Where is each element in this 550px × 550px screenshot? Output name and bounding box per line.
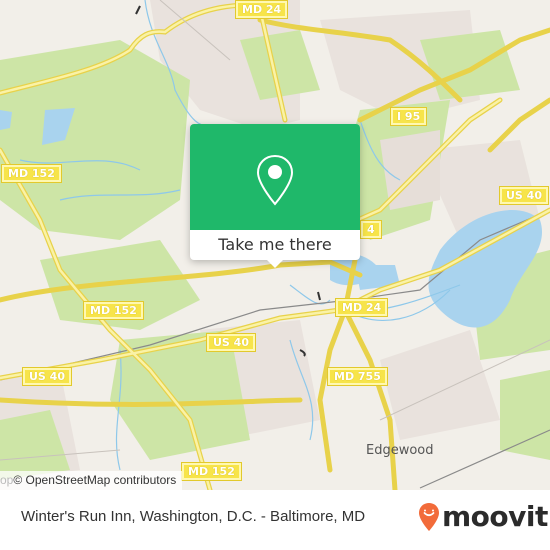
road-label-md152-mid: MD 152 bbox=[83, 301, 144, 320]
map-view[interactable]: MD 24 I 95 MD 152 US 40 4 MD 152 MD 24 U… bbox=[0, 0, 550, 490]
openstreetmap-link[interactable]: © OpenStreetMap contributors bbox=[13, 473, 176, 487]
location-pin-icon bbox=[256, 154, 294, 206]
road-label-md24-partial: 4 bbox=[360, 220, 382, 239]
road-label-md152-bottom: MD 152 bbox=[181, 462, 242, 481]
road-label-md755: MD 755 bbox=[327, 367, 388, 386]
moovit-logo[interactable]: moovit bbox=[418, 500, 548, 533]
road-label-us40-left: US 40 bbox=[22, 367, 72, 386]
take-me-there-button[interactable]: Take me there bbox=[190, 230, 360, 260]
road-label-md24-top: MD 24 bbox=[234, 0, 289, 19]
popup-header bbox=[190, 124, 360, 230]
attribution-prefix: op bbox=[0, 473, 14, 487]
popup-pointer bbox=[266, 259, 284, 268]
footer-bar: Winter's Run Inn, Washington, D.C. - Bal… bbox=[0, 490, 550, 550]
road-label-us40-right: US 40 bbox=[499, 186, 549, 205]
location-title: Winter's Run Inn, Washington, D.C. - Bal… bbox=[21, 508, 366, 525]
place-label-edgewood: Edgewood bbox=[366, 443, 434, 458]
location-popup[interactable]: Take me there bbox=[190, 124, 360, 268]
moovit-pin-icon bbox=[419, 502, 439, 531]
road-label-md24-mid: MD 24 bbox=[334, 298, 389, 317]
road-label-i95: I 95 bbox=[389, 107, 428, 126]
road-label-us40-mid: US 40 bbox=[206, 333, 256, 352]
road-label-md152-left: MD 152 bbox=[1, 164, 62, 183]
moovit-wordmark: moovit bbox=[442, 500, 548, 533]
map-attribution: op© OpenStreetMap contributors bbox=[0, 471, 183, 490]
